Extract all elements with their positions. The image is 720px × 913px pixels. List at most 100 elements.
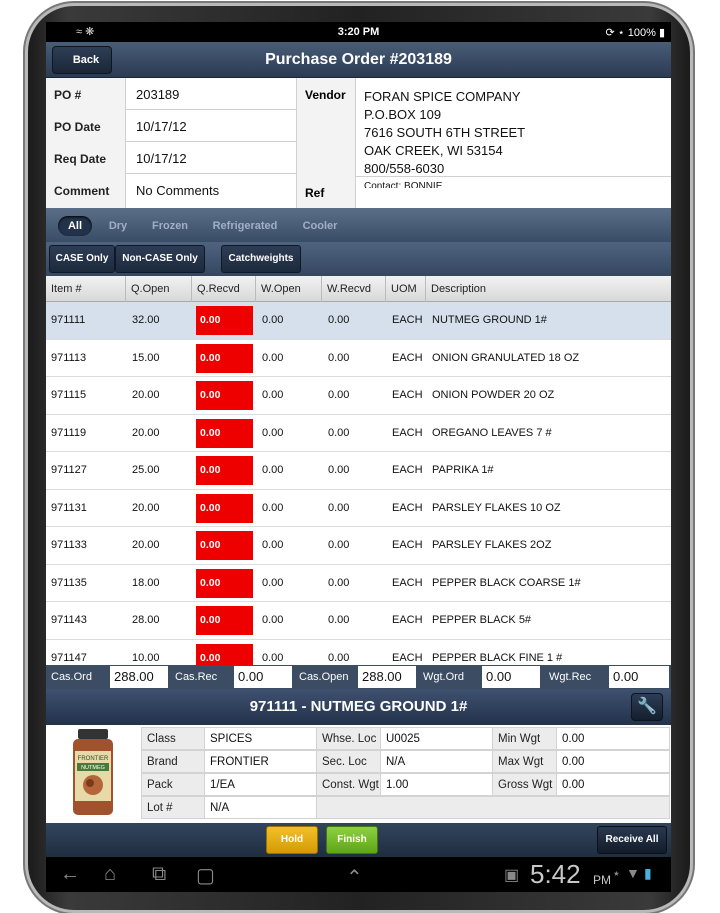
item-title: 971111 - NUTMEG GROUND 1# [249,698,468,715]
gross-wgt-label: Gross Wgt [492,773,557,796]
cell-w-open: 0.00 [262,426,284,439]
finish-button[interactable]: Finish [326,826,378,854]
cell-item-number: 971113 [51,351,87,364]
wrench-icon[interactable]: 🔧 [631,693,663,721]
comment-row: Comment No Comments [46,174,296,208]
col-q-recvd[interactable]: Q.Recvd [192,276,256,302]
col-description[interactable]: Description [426,276,671,302]
cell-q-recvd[interactable]: 0.00 [196,343,253,373]
cell-q-recvd[interactable]: 0.00 [196,606,253,635]
sec-loc-value: N/A [380,750,493,773]
table-row[interactable]: 971127 25.00 0.00 0.00 0.00 EACH PAPRIKA 1# [46,452,671,490]
storage-filter-bar: All Dry Frozen Refrigerated Cooler [46,208,671,242]
system-clock: 5:42 [530,859,581,889]
table-row[interactable]: 971119 20.00 0.00 0.00 0.00 EACH OREGANO LEAVE… [46,414,671,452]
min-wgt-label: Min Wgt [492,727,557,750]
cell-uom: EACH [392,314,423,326]
cell-description: ONION GRANULATED 18 OZ [432,351,580,364]
wgt-ord-label: Wgt.Ord [423,671,464,683]
table-row[interactable]: 971113 15.00 0.00 0.00 0.00 EACH ONION GRANULA… [46,339,671,377]
battery-percent: 100% [627,27,656,39]
cell-w-open: 0.00 [262,614,284,626]
col-item[interactable]: Item # [46,276,126,302]
non-case-only-button[interactable]: Non-CASE Only [115,245,205,273]
vendor-label-column: Vendor Ref [296,78,356,208]
brand-label: Brand [141,750,205,773]
table-row[interactable]: 971131 20.00 0.00 0.00 0.00 EACH PARSLEY FLAKE… [46,489,671,527]
cell-q-recvd[interactable]: 0.00 [196,493,253,523]
cell-q-recvd[interactable]: 0.00 [196,306,253,335]
notification-bag-icon[interactable]: ▣ [504,865,519,885]
whse-loc-value: U0025 [380,727,493,750]
home-icon[interactable]: ⌂ [104,863,116,886]
table-row[interactable]: 971133 20.00 0.00 0.00 0.00 EACH PARSLEY FLAKE… [46,527,671,565]
cell-item-number: 971147 [51,651,87,664]
item-detail-bar: 971111 - NUTMEG GROUND 1# 🔧 [46,689,671,725]
tab-refrigerated[interactable]: Refrigerated [206,216,284,236]
wgt-rec-label: Wgt.Rec [549,671,592,683]
wgt-ord-value: 0.00 [482,666,540,688]
po-number-row: PO # 203189 [46,78,296,110]
cas-rec-value: 0.00 [234,666,292,688]
bluetooth-icon: ⋆ [617,27,625,39]
table-row[interactable]: 971135 18.00 0.00 0.00 0.00 EACH PEPPER BLACK … [46,564,671,602]
table-row[interactable]: 971115 20.00 0.00 0.00 0.00 EACH ONION POWDER … [46,377,671,415]
items-table-body: 971111 32.00 0.00 0.00 0.00 EACH NUTMEG GROUND… [46,302,671,665]
max-wgt-label: Max Wgt [492,750,557,773]
cell-q-recvd[interactable]: 0.00 [196,643,253,665]
totals-bar: Cas.Ord 288.00 Cas.Rec 0.00 Cas.Open 288… [46,665,671,689]
class-value: SPICES [204,727,317,750]
col-uom[interactable]: UOM [386,276,426,302]
hold-button[interactable]: Hold [266,826,318,854]
table-row[interactable]: 971111 32.00 0.00 0.00 0.00 EACH NUTMEG GROUND… [46,302,671,340]
cell-description: ONION POWDER 20 OZ [432,389,555,401]
cell-description: PEPPER BLACK 5# [432,614,532,626]
case-only-button[interactable]: CASE Only [49,245,115,273]
cell-w-open: 0.00 [262,314,284,326]
tab-frozen[interactable]: Frozen [146,216,194,236]
cas-rec-label: Cas.Rec [175,671,218,683]
tab-all[interactable]: All [58,216,92,236]
catchweights-button[interactable]: Catchweights [221,245,301,273]
class-label: Class [141,727,205,750]
cell-item-number: 971135 [51,576,87,589]
const-wgt-value: 1.00 [380,773,493,796]
table-row[interactable]: 971147 10.00 0.00 0.00 0.00 EACH PEPPER BLACK … [46,639,671,665]
req-date-row: Req Date 10/17/12 [46,142,296,174]
receive-all-button[interactable]: Receive All [597,826,667,854]
po-number-label: PO # [46,78,126,110]
cell-q-recvd[interactable]: 0.00 [196,531,253,560]
cell-q-recvd[interactable]: 0.00 [196,418,253,448]
cell-w-recvd: 0.00 [328,426,350,439]
recent-apps-icon[interactable]: ⧉ [152,863,166,886]
cell-w-recvd: 0.00 [328,389,350,401]
chevron-up-icon[interactable]: ⌃ [346,865,363,890]
col-w-open[interactable]: W.Open [256,276,322,302]
item-details: FRONTIER NUTMEG Class SPICES Brand FRONT… [46,725,671,823]
col-w-recvd[interactable]: W.Recvd [322,276,386,302]
cell-w-open: 0.00 [262,501,284,514]
jar-brand-text: FRONTIER [78,756,109,762]
col-q-open[interactable]: Q.Open [126,276,192,302]
pack-value: 1/EA [204,773,317,796]
product-image: FRONTIER NUTMEG [73,729,113,815]
cell-item-number: 971119 [51,426,87,439]
tab-cooler[interactable]: Cooler [296,216,344,236]
table-row[interactable]: 971143 28.00 0.00 0.00 0.00 EACH PEPPER BLACK … [46,602,671,640]
cell-q-recvd[interactable]: 0.00 [196,568,253,598]
req-date-label: Req Date [46,142,126,174]
tab-dry[interactable]: Dry [104,216,132,236]
back-arrow-icon[interactable]: ← [60,863,80,886]
lot-value: N/A [204,796,317,819]
battery-icon: ▮ [658,27,665,39]
empty-cell [316,796,670,819]
cell-description: OREGANO LEAVES 7 # [432,426,552,439]
vendor-line: OAK CREEK, WI 53154 [364,143,503,158]
wifi-signal-icon: ▼ [626,865,640,881]
vendor-line: P.O.BOX 109 [364,107,442,122]
screenshot-icon[interactable]: ▢ [196,863,215,888]
cell-q-recvd[interactable]: 0.00 [196,456,253,485]
cell-q-open: 10.00 [132,651,160,664]
cell-q-recvd[interactable]: 0.00 [196,381,253,410]
cell-description: NUTMEG GROUND 1# [432,314,547,326]
